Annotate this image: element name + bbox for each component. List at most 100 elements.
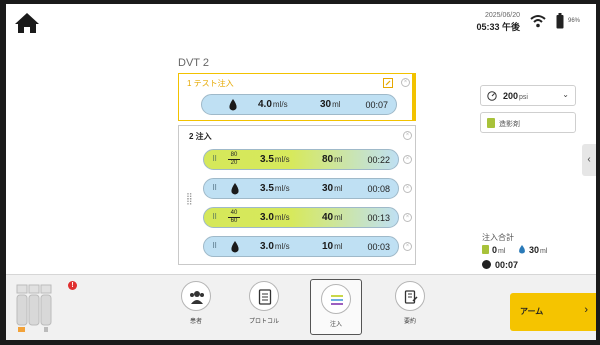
volume-unit: ml: [334, 242, 343, 251]
pressure-value: 200psi: [503, 91, 528, 101]
volume[interactable]: 40ml: [322, 212, 343, 223]
battery-icon: [556, 13, 564, 29]
flow-rate-value: 3.5: [260, 154, 274, 165]
group-drag-handle-icon[interactable]: ⠿ ⠿: [186, 193, 194, 207]
datetime: 2025/06/20 05:33 午後: [458, 12, 520, 33]
pressure-number: 200: [503, 91, 519, 101]
total-duration-value: 00:07: [495, 260, 519, 270]
volume-value: 80: [322, 154, 334, 165]
contrast-agent-label: 造影剤: [499, 121, 520, 128]
flow-rate-value: 4.0: [258, 99, 272, 110]
wifi-icon: [530, 15, 546, 28]
flow-rate-unit: ml/s: [274, 242, 290, 251]
saline-drop-icon: [231, 183, 239, 195]
total-contrast-value: 0: [492, 245, 498, 255]
mix-ratio: 40 60: [226, 210, 242, 225]
group-injection[interactable]: 2 注入 × ⠿ 80 20 3.5ml/s 80ml 00:22 × ⠿ 3.…: [178, 125, 416, 265]
nav-summary-label: 要約: [403, 319, 416, 325]
contrast-agent-field[interactable]: 造影剤: [480, 112, 576, 133]
drag-handle-icon[interactable]: ⠿: [212, 214, 217, 221]
contrast-syringe-icon: [487, 118, 495, 128]
chevron-down-icon: ⌄: [562, 90, 569, 99]
volume-unit: ml: [334, 184, 343, 193]
mix-ratio: 80 20: [226, 152, 242, 167]
battery-percent: 96%: [568, 18, 581, 24]
flow-rate-value: 3.0: [260, 241, 274, 252]
pressure-limit-select[interactable]: 200psi ⌄: [480, 85, 576, 106]
total-saline: 30ml: [518, 245, 547, 255]
edit-icon[interactable]: [383, 78, 393, 88]
volume[interactable]: 80ml: [322, 154, 343, 165]
injection-step[interactable]: ⠿ 3.0ml/s 10ml 00:03: [203, 236, 399, 257]
flow-rate[interactable]: 3.0ml/s: [260, 241, 290, 252]
saline-drop-icon: [229, 99, 237, 111]
flow-rate[interactable]: 3.5ml/s: [260, 183, 290, 194]
totals-label: 注入合計: [482, 233, 514, 242]
injection-step[interactable]: ⠿ 3.5ml/s 30ml 00:08: [203, 178, 399, 199]
remove-step-button[interactable]: ×: [403, 184, 412, 193]
gauge-icon: [487, 91, 497, 101]
time-label: 05:33 午後: [476, 22, 520, 32]
volume-unit: ml: [334, 155, 343, 164]
volume-value: 10: [322, 241, 334, 252]
ratio-contrast: 40: [230, 210, 238, 216]
duration: 00:08: [367, 184, 390, 194]
clock-icon: [482, 260, 491, 269]
flow-rate[interactable]: 3.5ml/s: [260, 154, 290, 165]
protocol-icon: [258, 289, 272, 305]
remove-step-button[interactable]: ×: [403, 155, 412, 164]
remove-group-button[interactable]: ×: [403, 131, 412, 140]
arm-button-label: アーム: [520, 307, 544, 316]
home-icon[interactable]: [14, 12, 40, 34]
remove-step-button[interactable]: ×: [403, 213, 412, 222]
saline-drop-icon: [519, 245, 525, 254]
nav-patient[interactable]: 患者: [172, 281, 220, 333]
total-saline-value: 30: [529, 245, 540, 255]
injection-step[interactable]: 4.0ml/s 30ml 00:07: [201, 94, 397, 115]
arm-button[interactable]: アーム ›: [510, 293, 596, 331]
total-contrast-unit: ml: [498, 248, 506, 255]
volume-value: 30: [322, 183, 334, 194]
injection-step[interactable]: ⠿ 40 60 3.0ml/s 40ml 00:13: [203, 207, 399, 228]
duration: 00:13: [367, 213, 390, 223]
flow-rate[interactable]: 3.0ml/s: [260, 212, 290, 223]
nav-summary[interactable]: 要約: [386, 281, 434, 333]
contrast-syringe-icon: [482, 245, 489, 254]
saline-drop-icon: [231, 241, 239, 253]
nav-inject-label: 注入: [329, 322, 342, 328]
group-label: 2 注入: [189, 132, 212, 141]
flow-rate-value: 3.0: [260, 212, 274, 223]
drag-handle-icon[interactable]: ⠿: [212, 243, 217, 250]
ratio-saline: 60: [230, 218, 238, 224]
drag-handle-icon[interactable]: ⠿: [212, 185, 217, 192]
screen: 2025/06/20 05:33 午後 96% DVT 2 1 テスト注入 × …: [6, 4, 596, 340]
duration: 00:07: [365, 100, 388, 110]
volume-value: 30: [320, 99, 332, 110]
injection-step[interactable]: ⠿ 80 20 3.5ml/s 80ml 00:22: [203, 149, 399, 170]
drag-handle-icon[interactable]: ⠿: [212, 156, 217, 163]
volume[interactable]: 10ml: [322, 241, 343, 252]
nav-protocol[interactable]: プロトコル: [240, 281, 288, 333]
flow-rate-unit: ml/s: [272, 100, 288, 109]
group-test-injection[interactable]: 1 テスト注入 × 4.0ml/s 30ml 00:07: [178, 73, 416, 121]
volume-value: 40: [322, 212, 334, 223]
remove-step-button[interactable]: ×: [401, 78, 410, 87]
flow-rate-value: 3.5: [260, 183, 274, 194]
remove-step-button[interactable]: ×: [403, 242, 412, 251]
nav-protocol-label: プロトコル: [248, 319, 279, 325]
flow-rate-unit: ml/s: [274, 213, 290, 222]
flow-rate[interactable]: 4.0ml/s: [258, 99, 288, 110]
side-panel-toggle[interactable]: ‹: [582, 144, 596, 176]
total-duration: 00:07: [482, 260, 518, 270]
ratio-saline: 20: [230, 160, 238, 166]
syringe-status-icon[interactable]: [16, 283, 62, 333]
group-label: 1 テスト注入: [187, 79, 234, 88]
pressure-unit: psi: [519, 94, 528, 101]
bottom-bar: ! 患者 プロトコル 注入 要約 アーム ›: [6, 274, 596, 340]
duration: 00:03: [367, 242, 390, 252]
volume[interactable]: 30ml: [320, 99, 341, 110]
alert-badge[interactable]: !: [68, 281, 77, 290]
nav-inject[interactable]: 注入: [310, 279, 362, 335]
volume[interactable]: 30ml: [322, 183, 343, 194]
inject-icon: [331, 295, 343, 305]
